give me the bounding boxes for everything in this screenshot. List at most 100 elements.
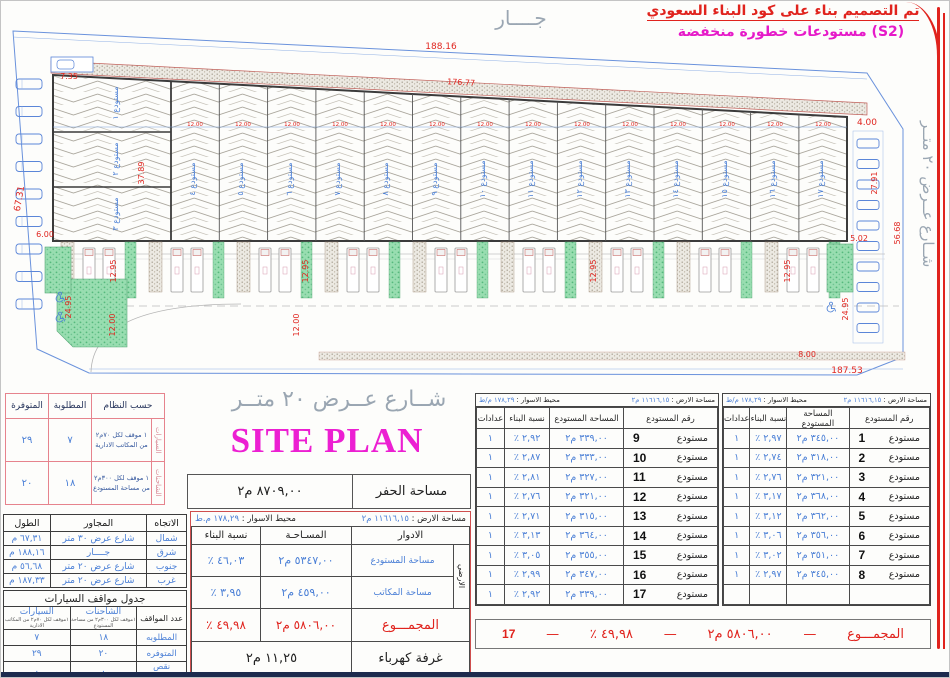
direction-length: ٦٧,٣١ م <box>4 532 51 546</box>
parking-count-row: المطلوبه ١٨ ٧ <box>4 630 187 646</box>
direction-length: ٥٦,٦٨ م <box>4 560 51 574</box>
parking-row-label: المطلوبه <box>137 630 187 646</box>
unit-row: مستودع17 ٣٣٩,٠٠ م٢ ٢,٩٢ ٪ ١ <box>477 585 718 605</box>
unit-area: ٣٣٩,٠٠ م٢ <box>550 585 624 605</box>
unit-area: ٣١٥,٠٠ م٢ <box>550 507 624 527</box>
unit-meters: ١ <box>477 448 505 468</box>
dim-setback: 6.00 <box>36 230 54 239</box>
summary-area: ٥٨٠٦,٠٠ م٢ <box>707 627 772 642</box>
parking-trucks-value: ٢٠ <box>70 646 137 662</box>
areas-table: مساحة الارض : ١١٦١٦,١٥ م٢ محيط الاسوار :… <box>190 511 471 677</box>
ground-floor-label: الارضي <box>454 545 470 609</box>
dim-unit-width: 12.00 <box>235 122 251 128</box>
dim-right-setback: 4.00 <box>857 118 877 128</box>
unit-area: ٣٣٩,٠٠ م٢ <box>550 429 624 449</box>
dim-left-boundary: 67.31 <box>13 185 27 212</box>
parking-row-label: المتوفره <box>137 646 187 662</box>
trucks-rule: ١ موقف لكل ٣٠٠م٢من مساحة المستودع <box>92 462 152 505</box>
unit-label-6: مستودع ٦ <box>285 162 294 195</box>
unit-meters: ١ <box>477 429 505 449</box>
dim-unit-width: 12.00 <box>284 122 300 128</box>
unit-label-8: مستودع ٨ <box>381 162 390 195</box>
unit-ratio: ٢,٩٩ ٪ <box>504 565 549 585</box>
dim-unit-width: 12.00 <box>187 122 203 128</box>
dim-unit-width: 12.00 <box>719 122 735 128</box>
parking-stall <box>16 134 42 144</box>
dim-dock: 12.95 <box>783 260 792 283</box>
parking-stall <box>857 160 879 169</box>
parking-stall <box>857 201 879 210</box>
unit-row: مستودع14 ٣٦٤,٠٠ م٢ ٣,١٣ ٪ ١ <box>477 526 718 546</box>
total-ratio: ٤٩,٩٨ ٪ <box>192 609 261 642</box>
unit-meters: ١ <box>477 487 505 507</box>
unit-row: مستودع11 ٣٢٧,٠٠ م٢ ٢,٨١ ٪ ١ <box>477 468 718 488</box>
col-unit-meters: عدادات <box>724 408 750 429</box>
unit-label-16: مستودع ١٦ <box>768 160 777 197</box>
unit-row: مستودع3 ٣٢١,٠٠ م٢ ٢,٧٦ ٪ ١ <box>724 468 930 488</box>
unit-area: ٣٦٤,٠٠ م٢ <box>550 526 624 546</box>
street-right-label: شــارع عــرض ٢٠ متــر <box>919 120 937 267</box>
dim-dock: 12.95 <box>109 260 118 283</box>
design-code-note-text: تم التصميم بناء على كود البناء السعودي <box>647 3 920 21</box>
unit-ratio: ٢,٧٦ ٪ <box>750 468 787 488</box>
unit-meters: ١ <box>477 507 505 527</box>
parking-stall <box>857 221 879 230</box>
unit-area: ٣٥٦,٠٠ م٢ <box>787 526 849 546</box>
unit-row: مستودع7 ٣٥١,٠٠ م٢ ٣,٠٢ ٪ ١ <box>724 546 930 566</box>
dim-unit-width: 12.00 <box>767 122 783 128</box>
col-adjacent: المجاور <box>50 515 146 532</box>
direction-name: جنوب <box>147 560 187 574</box>
col-count: عدد المواقف <box>137 607 187 630</box>
unit-ratio: ٣,١٣ ٪ <box>504 526 549 546</box>
warehouse-area-value: ٥٣٤٧,٠٠ م٢ <box>261 545 352 577</box>
unit-label-7: مستودع ٧ <box>333 162 342 195</box>
direction-length: ١٨٨,١٦ م <box>4 546 51 560</box>
unit-row: مستودع8 ٣٤٥,٠٠ م٢ ٢,٩٧ ٪ ١ <box>724 565 930 585</box>
parking-count-row: المتوفره ٢٠ ٢٩ <box>4 646 187 662</box>
dim-dock: 12.95 <box>589 260 598 283</box>
unit-area: ٣٦٨,٠٠ م٢ <box>787 487 849 507</box>
parking-stall <box>857 324 879 333</box>
unit-row: مستودع10 ٣٣٣,٠٠ م٢ ٢,٨٧ ٪ ١ <box>477 448 718 468</box>
areas-total-row: المجمـــوع ٥٨٠٦,٠٠ م٢ ٤٩,٩٨ ٪ <box>192 609 470 642</box>
standards-row-trucks: الشاحنات ١ موقف لكل ٣٠٠م٢من مساحة المستو… <box>6 462 165 505</box>
cars-rule: ١ موقف لكل ٧٠م٢من المكاتب الادارية <box>92 419 152 462</box>
dim-unit-width: 12.00 <box>525 122 541 128</box>
unit-meters: ١ <box>724 526 750 546</box>
electric-room-value: ١١,٢٥ م٢ <box>192 642 352 676</box>
unit-meters: ١ <box>477 585 505 605</box>
landscape-area <box>45 247 71 293</box>
parking-stall <box>857 262 879 271</box>
dim-corner: 24.95 <box>64 296 73 319</box>
cars-side-label: السيارات <box>152 419 165 462</box>
unit-meters: ١ <box>477 468 505 488</box>
trucks-required: ١٨ <box>49 462 92 505</box>
direction-adjacent: شارع عرض ٢٠ متر <box>50 560 146 574</box>
unit-ratio: ٣,٠٥ ٪ <box>504 546 549 566</box>
parking-stall <box>16 217 42 227</box>
unit-meters: ١ <box>724 429 750 449</box>
unit-area: ٣٥١,٠٠ م٢ <box>787 546 849 566</box>
parking-stall <box>857 303 879 312</box>
unit-area: ٣٤٧,٠٠ م٢ <box>550 565 624 585</box>
unit-area: ٣٢١,٠٠ م٢ <box>787 468 849 488</box>
warehouse-area-label: مساحة المستودع <box>352 545 454 577</box>
direction-name: شمال <box>147 532 187 546</box>
dim-unit-width: 12.00 <box>574 122 590 128</box>
unit-meters: ١ <box>724 448 750 468</box>
site-plan-drawing: 188.16176.777.3537.8967.316.0024.9512.95… <box>1 1 950 391</box>
dim-dock: 12.95 <box>301 260 310 283</box>
dim-right-corner: 24.95 <box>841 298 850 321</box>
col-trucks: الشاحنات١موقف لكل ٣٠٠م٢ من مساحة المستود… <box>70 607 137 630</box>
dim-road-edge: 8.00 <box>798 350 816 359</box>
unit-meters: ١ <box>477 526 505 546</box>
direction-name: غرب <box>147 574 187 588</box>
unit-area: ٣٦٢,٠٠ م٢ <box>787 507 849 527</box>
parking-stall <box>857 139 879 148</box>
unit-area: ٣٥٥,٠٠ م٢ <box>550 546 624 566</box>
units-table-9-17: مساحة الارض : ١١٦١٦,١٥ م٢ محيط الاسوار :… <box>475 393 719 606</box>
trucks-available: ٢٠ <box>6 462 49 505</box>
excavation-value: ٨٧٠٩,٠٠ م٢ <box>188 475 353 509</box>
unit-meters: ١ <box>724 565 750 585</box>
unit-row: مستودع6 ٣٥٦,٠٠ م٢ ٣,٠٦ ٪ ١ <box>724 526 930 546</box>
